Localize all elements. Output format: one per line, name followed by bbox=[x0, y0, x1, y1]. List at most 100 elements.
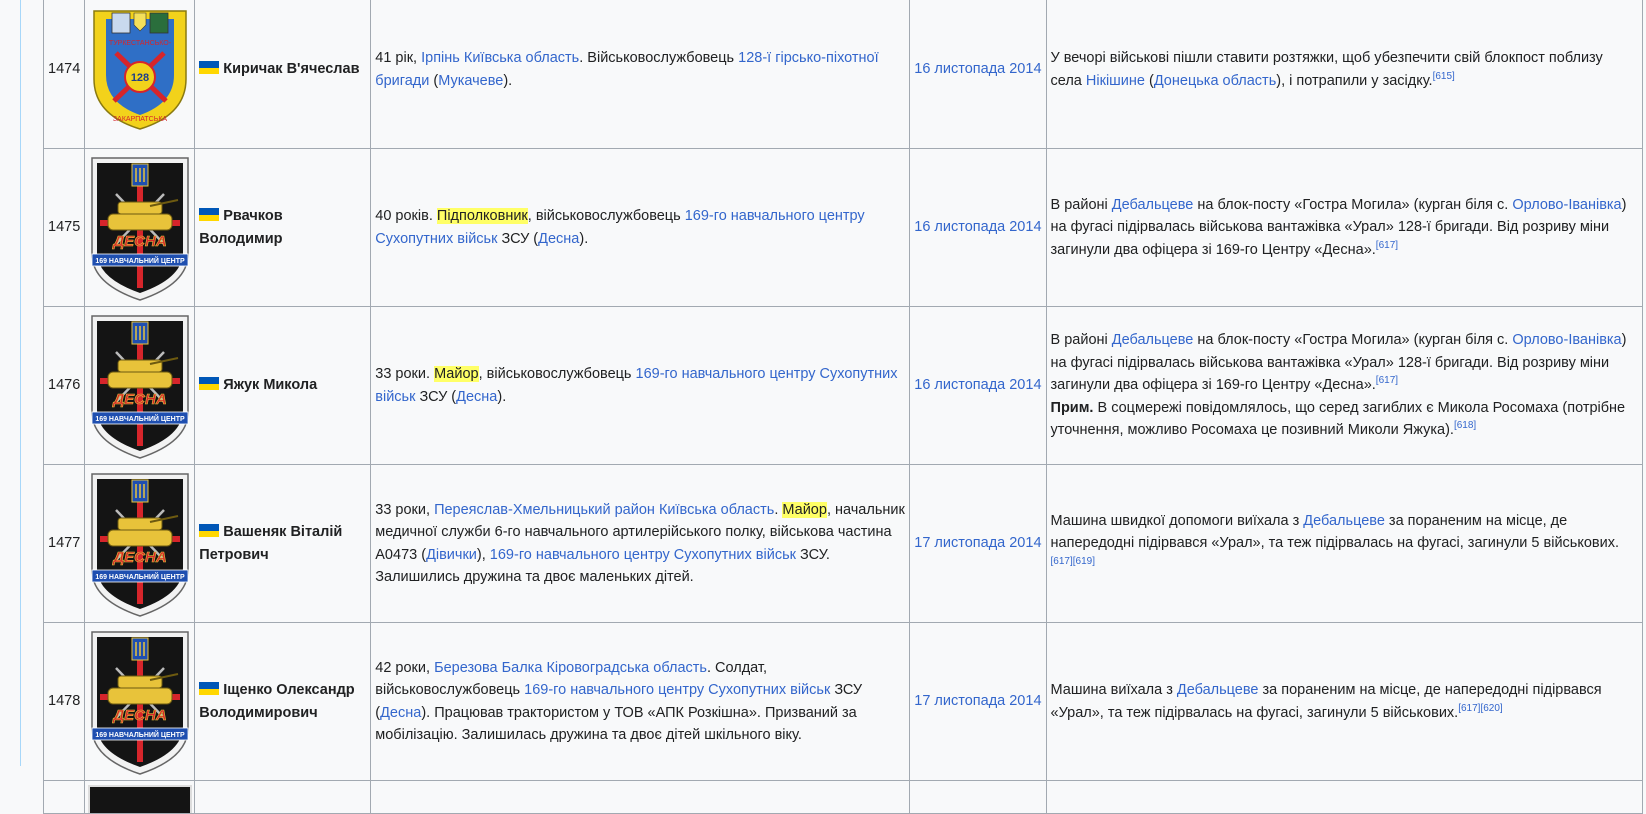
soldier-info-cell: 33 роки, Переяслав-Хмельницький район Ки… bbox=[370, 464, 911, 623]
emblem-image-link[interactable]: ДЕСНА 169 НАВЧАЛЬНИЙ ЦЕНТР bbox=[86, 470, 194, 618]
brigade-number: 128 bbox=[131, 72, 149, 84]
reference-link[interactable]: [615] bbox=[1433, 71, 1455, 82]
wiki-link[interactable]: Ірпінь bbox=[421, 50, 460, 66]
wiki-link[interactable]: Десна bbox=[538, 231, 579, 247]
note-label: Прим. bbox=[1050, 399, 1094, 416]
wiki-link[interactable]: Десна bbox=[380, 705, 421, 721]
emblem-bottom-text: ЗАКАРПАТСЬКА bbox=[113, 116, 167, 123]
reference-anchor[interactable]: [617] bbox=[1458, 703, 1480, 714]
text-run: на блок-посту «Гостра Могила» (курган бі… bbox=[1193, 332, 1513, 349]
reference-anchor[interactable]: [617] bbox=[1051, 556, 1073, 567]
soldier-name: Вашеняк Віталій Петрович bbox=[199, 524, 343, 563]
emblem-image-link[interactable]: 128 ТУРКЕСТАНСЬКО- ЗАКАРПАТСЬКА bbox=[86, 9, 194, 131]
wiki-link[interactable]: 169-го навчального центру Сухопутних вій… bbox=[490, 547, 796, 563]
ukraine-flag-icon bbox=[199, 377, 220, 391]
reference-link[interactable]: [617] bbox=[1376, 240, 1398, 251]
wiki-link[interactable]: Переяслав-Хмельницький район bbox=[434, 502, 655, 518]
emblem-band-text: 169 НАВЧАЛЬНИЙ ЦЕНТР bbox=[95, 572, 185, 581]
reference-anchor[interactable]: [617] bbox=[1376, 240, 1398, 251]
text-run: на блок-посту «Гостра Могила» (курган бі… bbox=[1193, 196, 1513, 213]
wiki-link[interactable]: Кіровоградська область bbox=[546, 660, 707, 676]
soldier-info-cell: 41 рік, Ірпінь Київська область. Військо… bbox=[370, 0, 911, 149]
circumstances-cell: Машина швидкої допомоги виїхала з Дебаль… bbox=[1045, 464, 1643, 623]
reference-link[interactable]: [619] bbox=[1073, 556, 1095, 567]
emblem-band-text: 169 НАВЧАЛЬНИЙ ЦЕНТР bbox=[95, 256, 185, 265]
wiki-link[interactable]: Дівички bbox=[426, 547, 477, 563]
reference-anchor[interactable]: [618] bbox=[1454, 420, 1476, 431]
soldier-name-cell: Яжук Микола bbox=[194, 306, 372, 465]
empty-cell bbox=[194, 780, 372, 814]
date-cell: 16 листопада 2014 bbox=[909, 306, 1047, 465]
table-row: 1478 ДЕСНА 169 НАВЧАЛЬНИЙ ЦЕНТР Іщенко Олек… bbox=[42, 622, 1643, 781]
wiki-link[interactable]: Орлово-Іванівка bbox=[1512, 197, 1621, 213]
emblem-image-link[interactable]: ДЕСНА 169 НАВЧАЛЬНИЙ ЦЕНТР bbox=[86, 628, 194, 776]
wiki-link[interactable]: Нікішине bbox=[1086, 73, 1145, 89]
emblem-image-link[interactable]: ДЕСНА 169 НАВЧАЛЬНИЙ ЦЕНТР bbox=[86, 312, 194, 460]
soldier-name-cell: Рвачков Володимир bbox=[194, 148, 372, 307]
wiki-link[interactable]: Мукачеве bbox=[438, 73, 503, 89]
text-run: ), і потрапили у засідку. bbox=[1276, 72, 1433, 89]
text-run: ЗСУ ( bbox=[497, 230, 539, 247]
text-run: В соцмережі повідомлялось, що серед заги… bbox=[1050, 399, 1626, 439]
ukraine-flag-icon bbox=[199, 208, 220, 221]
reference-link[interactable]: [617] bbox=[1458, 703, 1480, 714]
date-link[interactable]: 17 листопада 2014 bbox=[914, 535, 1041, 551]
reference-link[interactable]: [617] bbox=[1051, 556, 1073, 567]
brigade-128-emblem-icon: 128 ТУРКЕСТАНСЬКО- ЗАКАРПАТСЬКА bbox=[93, 9, 187, 130]
circumstances-cell: В районі Дебальцеве на блок-посту «Гостр… bbox=[1045, 148, 1643, 307]
soldier-info-cell: 42 роки, Березова Балка Кіровоградська о… bbox=[370, 622, 911, 781]
wiki-link[interactable]: Донецька область bbox=[1154, 73, 1276, 89]
unit-emblem-cell: ДЕСНА 169 НАВЧАЛЬНИЙ ЦЕНТР bbox=[84, 148, 196, 307]
empty-cell bbox=[1045, 780, 1643, 814]
wiki-link[interactable]: Дебальцеве bbox=[1112, 197, 1194, 213]
desna-training-center-emblem-icon: ДЕСНА 169 НАВЧАЛЬНИЙ ЦЕНТР bbox=[91, 314, 189, 459]
date-link[interactable]: 16 листопада 2014 bbox=[914, 61, 1041, 77]
date-link[interactable]: 17 листопада 2014 bbox=[914, 693, 1041, 709]
text-run: , військовослужбовець bbox=[527, 208, 685, 224]
wiki-link[interactable]: Десна bbox=[456, 389, 497, 405]
page-left-margin bbox=[0, 0, 21, 766]
date-link[interactable]: 16 листопада 2014 bbox=[914, 219, 1041, 235]
text-run: В районі bbox=[1050, 196, 1112, 213]
wiki-link[interactable]: Орлово-Іванівка bbox=[1512, 332, 1621, 348]
emblem-image-link[interactable]: ДЕСНА 169 НАВЧАЛЬНИЙ ЦЕНТР bbox=[86, 154, 194, 302]
date-link[interactable]: 16 листопада 2014 bbox=[914, 377, 1041, 393]
wiki-link[interactable]: Дебальцеве bbox=[1112, 332, 1194, 348]
rank-highlight: Підполковник bbox=[436, 208, 528, 224]
rank-highlight: Майор bbox=[782, 501, 827, 518]
reference-link[interactable]: [617] bbox=[1376, 375, 1398, 386]
emblem-title-text: ДЕСНА bbox=[111, 391, 166, 408]
soldier-name-cell: Вашеняк Віталій Петрович bbox=[194, 464, 372, 623]
table-row: 1476 ДЕСНА 169 НАВЧАЛЬНИЙ ЦЕНТР Яжук Микола… bbox=[42, 306, 1643, 465]
wiki-link[interactable]: Дебальцеве bbox=[1177, 682, 1259, 698]
text-run: 33 роки. bbox=[375, 366, 435, 382]
text-run: 33 роки, bbox=[375, 501, 435, 518]
text-run: 41 рік, bbox=[375, 50, 422, 66]
row-number: 1474 bbox=[42, 0, 86, 149]
unit-emblem-cell: ДЕСНА 169 НАВЧАЛЬНИЙ ЦЕНТР bbox=[84, 622, 196, 781]
text-run: В районі bbox=[1050, 332, 1112, 349]
text-run: 42 роки, bbox=[375, 659, 435, 676]
wiki-link[interactable]: Дебальцеве bbox=[1303, 513, 1385, 529]
text-run: ). bbox=[497, 388, 507, 405]
circumstances-cell: Машина виїхала з Дебальцеве за пораненим… bbox=[1045, 622, 1643, 781]
circumstances-cell: У вечорі військові пішли ставити розтяжк… bbox=[1045, 0, 1643, 149]
reference-link[interactable]: [620] bbox=[1480, 703, 1502, 714]
reference-link[interactable]: [618] bbox=[1454, 420, 1476, 431]
reference-anchor[interactable]: [619] bbox=[1073, 556, 1095, 567]
table-row: 1475 ДЕСНА 169 НАВЧАЛЬНИЙ ЦЕНТР Рвачков Вол… bbox=[42, 148, 1643, 307]
reference-anchor[interactable]: [620] bbox=[1480, 703, 1502, 714]
row-number: 1477 bbox=[42, 464, 86, 623]
wiki-link[interactable]: Київська область bbox=[464, 50, 579, 66]
row-number: 1478 bbox=[42, 622, 86, 781]
wiki-link[interactable]: 169-го навчального центру Сухопутних вій… bbox=[524, 682, 830, 698]
unit-emblem-cell: ДЕСНА 169 НАВЧАЛЬНИЙ ЦЕНТР bbox=[84, 306, 196, 465]
wiki-link[interactable]: Київська область bbox=[659, 502, 774, 518]
date-cell: 17 листопада 2014 bbox=[909, 464, 1047, 623]
soldier-info-cell: 40 років. Підполковник, військовослужбов… bbox=[370, 148, 911, 307]
reference-anchor[interactable]: [615] bbox=[1433, 71, 1455, 82]
wiki-link[interactable]: Березова Балка bbox=[434, 660, 542, 676]
text-run: . Військовослужбовець bbox=[579, 50, 739, 66]
emblem-top-edge bbox=[87, 785, 192, 813]
reference-anchor[interactable]: [617] bbox=[1376, 375, 1398, 386]
